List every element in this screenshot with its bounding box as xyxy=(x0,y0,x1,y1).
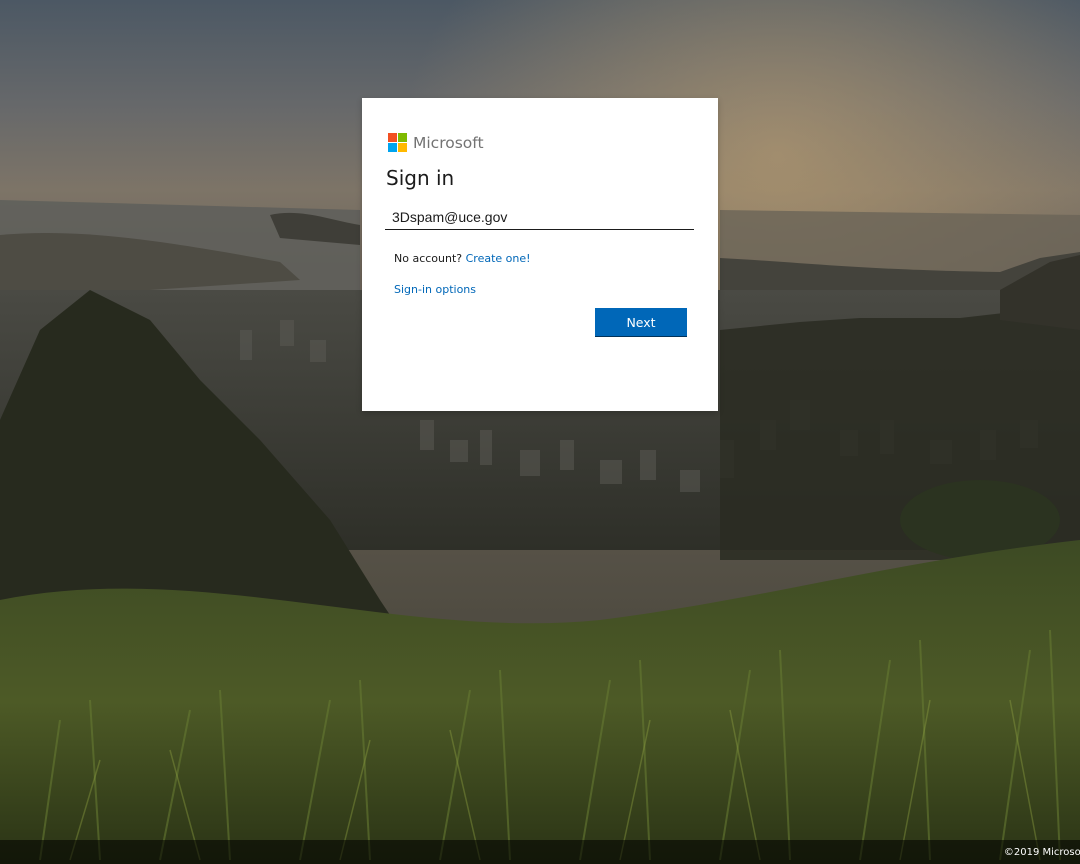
no-account-row: No account? Create one! xyxy=(394,252,531,265)
signin-card: Microsoft Sign in No account? Create one… xyxy=(362,98,718,411)
signin-options-link[interactable]: Sign-in options xyxy=(394,283,476,296)
logo-square-yellow xyxy=(398,142,407,152)
microsoft-wordmark: Microsoft xyxy=(413,133,484,152)
email-field[interactable] xyxy=(385,204,694,230)
microsoft-logo: Microsoft xyxy=(388,132,484,153)
signin-options-row: Sign-in options xyxy=(394,283,476,296)
copyright-text: ©2019 Microsoft xyxy=(1003,847,1080,858)
logo-square-red xyxy=(388,132,397,142)
microsoft-logo-icon xyxy=(388,132,408,153)
logo-square-green xyxy=(398,132,407,142)
page-title: Sign in xyxy=(386,166,455,190)
next-button[interactable]: Next xyxy=(595,308,687,336)
logo-square-blue xyxy=(388,142,397,152)
no-account-label: No account? xyxy=(394,252,463,265)
footer-bar: ©2019 Microsoft xyxy=(0,840,1080,864)
create-account-link[interactable]: Create one! xyxy=(466,252,531,265)
